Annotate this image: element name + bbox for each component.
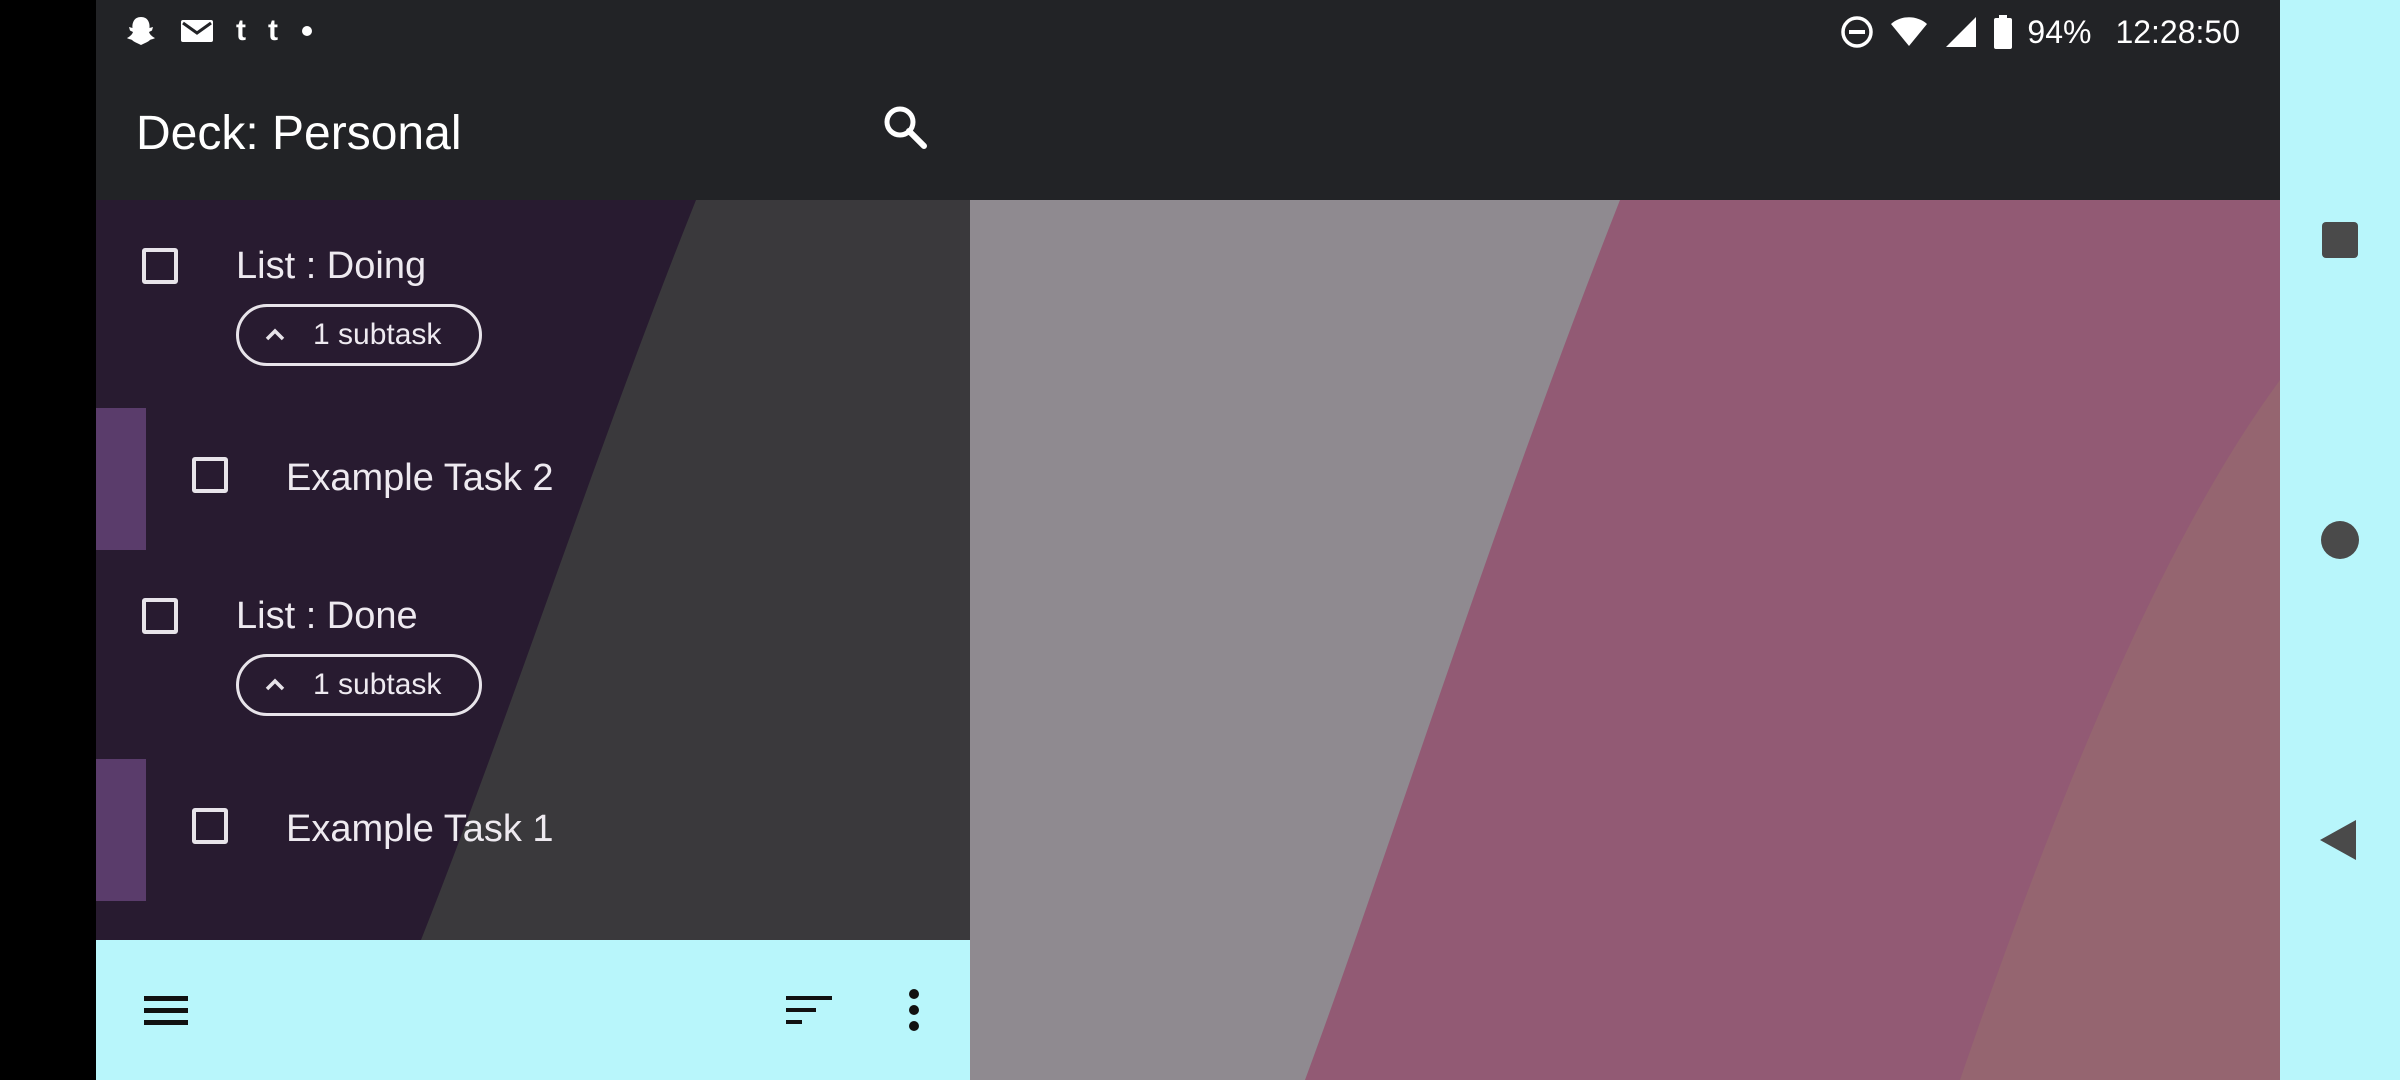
clock: 12:28:50 xyxy=(2115,13,2240,50)
subtask-toggle-chip[interactable]: 1 subtask xyxy=(236,304,482,366)
wallpaper-shapes xyxy=(970,200,2280,1080)
subtask-toggle-chip[interactable]: 1 subtask xyxy=(236,654,482,716)
wifi-icon xyxy=(1891,17,1928,46)
chevron-up-icon xyxy=(265,328,285,341)
task-row[interactable]: List : Done 1 subtask xyxy=(96,550,970,750)
task-row[interactable]: List : Doing 1 subtask xyxy=(96,200,970,400)
home-icon xyxy=(2321,521,2359,559)
status-notifications: t t xyxy=(124,14,314,48)
subtask-row[interactable]: Example Task 1 xyxy=(96,759,970,901)
more-vert-icon xyxy=(909,989,919,1031)
battery-icon xyxy=(1994,15,2013,49)
task-title: List : Done xyxy=(236,595,418,637)
chevron-up-icon xyxy=(265,678,285,691)
back-icon xyxy=(2320,820,2356,860)
snapchat-icon xyxy=(127,17,155,45)
status-system: 94% 12:28:50 xyxy=(1839,10,2240,54)
back-button[interactable] xyxy=(2280,780,2400,900)
subtask-checkbox[interactable] xyxy=(192,808,228,844)
wallpaper xyxy=(970,200,2280,1080)
subtask-title: Example Task 1 xyxy=(286,808,554,850)
screen: t t 94% 12:28:50 Deck: Personal List: D… xyxy=(0,0,2400,1080)
subtask-checkbox[interactable] xyxy=(192,457,228,493)
tumblr-icon: t xyxy=(236,14,246,47)
page-title: Deck: Personal xyxy=(136,107,462,160)
task-checkbox[interactable] xyxy=(142,248,178,284)
subtask-indent-bar xyxy=(96,408,146,550)
more-options-button[interactable] xyxy=(882,978,946,1042)
subtask-row[interactable]: Example Task 2 xyxy=(96,408,970,550)
sort-icon xyxy=(786,996,832,1024)
top-app-bar: t t 94% 12:28:50 Deck: Personal xyxy=(96,0,2280,200)
gmail-icon xyxy=(181,20,213,42)
home-button[interactable] xyxy=(2280,480,2400,600)
task-checkbox[interactable] xyxy=(142,598,178,634)
system-navigation-bar xyxy=(2280,0,2400,1080)
cell-signal-icon xyxy=(1946,17,1977,47)
battery-percent: 94% xyxy=(2027,13,2092,50)
tumblr-icon: t xyxy=(268,14,278,47)
subtask-indent-bar xyxy=(96,759,146,901)
more-notifications-dot xyxy=(302,26,312,36)
recents-button[interactable] xyxy=(2280,180,2400,300)
search-button[interactable] xyxy=(874,96,938,160)
menu-button[interactable] xyxy=(134,978,198,1042)
bottom-app-bar xyxy=(96,940,970,1080)
search-icon xyxy=(884,106,927,149)
sort-button[interactable] xyxy=(776,978,840,1042)
task-title: List : Doing xyxy=(236,245,427,287)
subtask-title: Example Task 2 xyxy=(286,457,554,499)
subtask-count: 1 subtask xyxy=(313,318,442,351)
do-not-disturb-icon xyxy=(1841,16,1874,48)
menu-icon xyxy=(144,996,188,1025)
task-list: List : Doing 1 subtask Example Task 2 Li… xyxy=(96,200,970,940)
recents-icon xyxy=(2322,222,2358,258)
subtask-count: 1 subtask xyxy=(313,668,442,701)
